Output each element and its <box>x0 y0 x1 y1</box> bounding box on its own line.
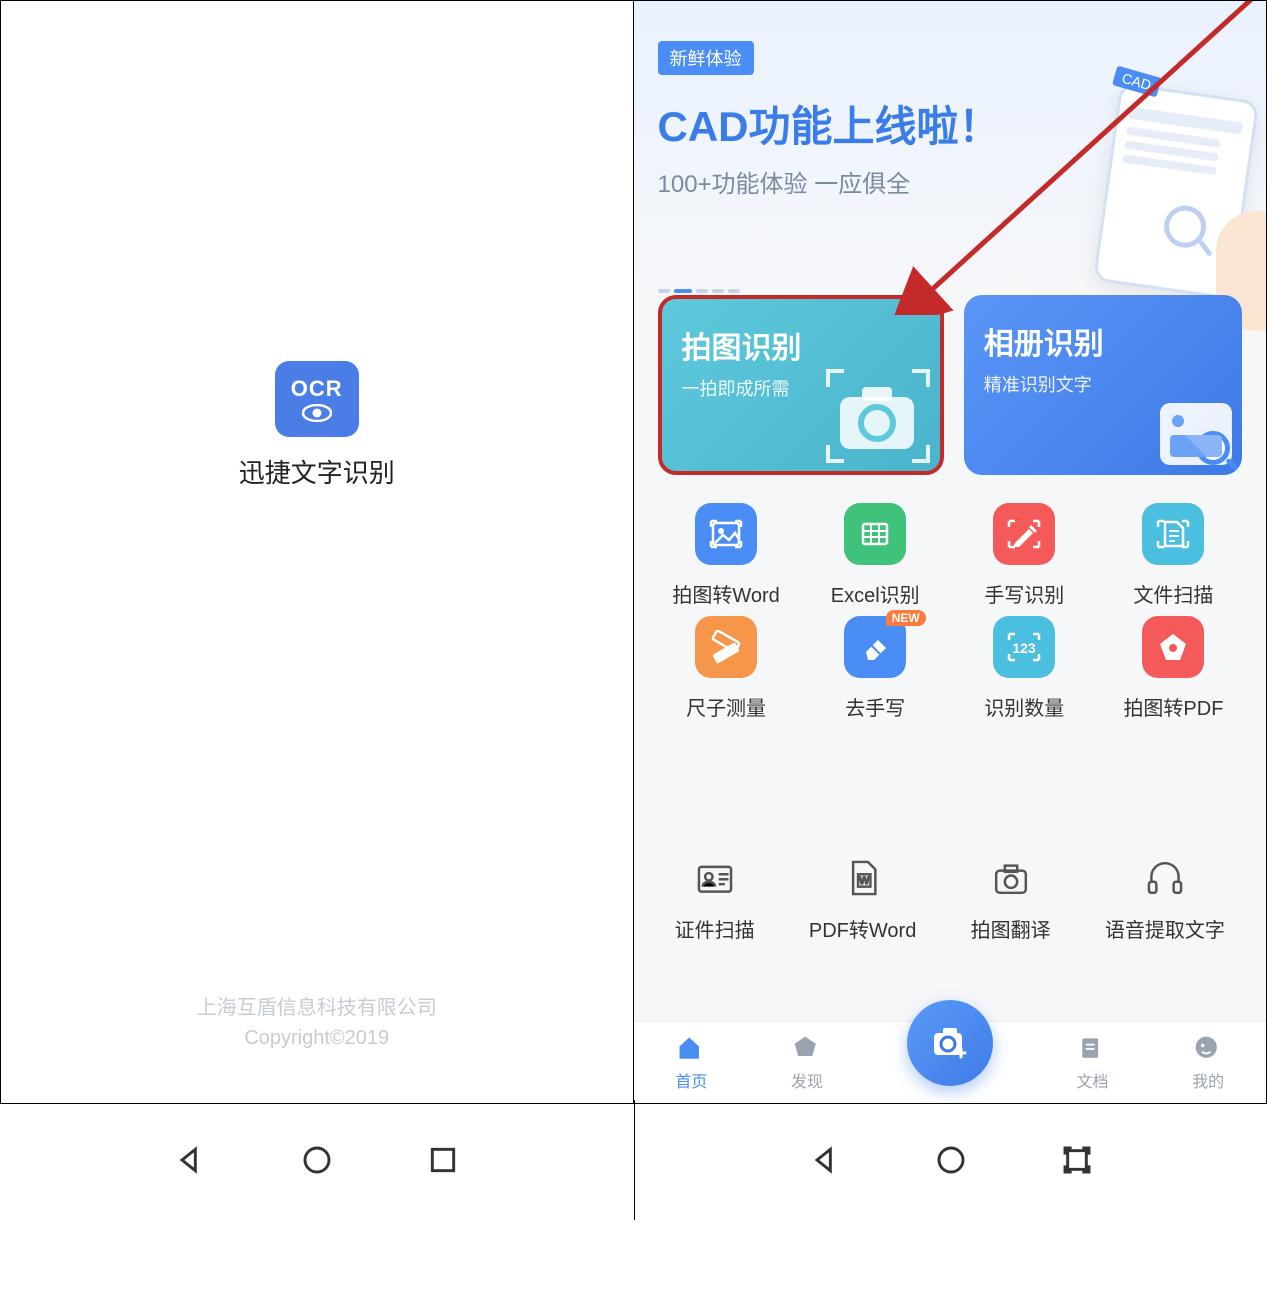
secondary-label: 语音提取文字 <box>1105 914 1225 943</box>
grid-label: 拍图转Word <box>672 579 779 608</box>
docs-icon <box>1077 1034 1107 1064</box>
nav-label: 文档 <box>1076 1068 1108 1092</box>
card-title: 相册识别 <box>984 319 1222 363</box>
company-name: 上海互盾信息科技有限公司 <box>1 993 633 1023</box>
card-subtitle: 精准识别文字 <box>984 371 1222 397</box>
copyright-text: Copyright©2019 <box>1 1023 633 1053</box>
grid-item-2[interactable]: 手写识别 <box>956 503 1093 608</box>
grid-item-6[interactable]: 123 识别数量 <box>956 616 1093 721</box>
grid-item-3[interactable]: 文件扫描 <box>1105 503 1242 608</box>
nav-label: 发现 <box>791 1068 823 1092</box>
app-logo-block: OCR 迅捷文字识别 <box>239 361 395 490</box>
image-icon <box>695 503 757 565</box>
grid-item-5[interactable]: NEW 去手写 <box>807 616 944 721</box>
search-icon <box>1196 431 1230 465</box>
feature-grid: 拍图转Word Excel识别 手写识别 文件扫描 尺子测量 NEW 去手写 1… <box>634 475 1267 721</box>
grid-label: 手写识别 <box>984 579 1064 608</box>
back-icon[interactable] <box>809 1144 841 1176</box>
eye-icon <box>302 404 332 422</box>
nav-me[interactable]: 我的 <box>1192 1034 1224 1092</box>
discover-icon <box>792 1034 822 1064</box>
nav-home[interactable]: 首页 <box>675 1034 707 1092</box>
doc-icon <box>1142 503 1204 565</box>
grid-label: Excel识别 <box>831 579 920 608</box>
nav-discover[interactable]: 发现 <box>791 1034 823 1092</box>
pen-icon <box>993 503 1055 565</box>
cad-tag: CAD <box>1112 66 1161 98</box>
grid-label: 拍图转PDF <box>1123 692 1223 721</box>
secondary-item-0[interactable]: 证件扫描 <box>675 857 755 943</box>
nav-label: 首页 <box>675 1068 707 1092</box>
secondary-label: 证件扫描 <box>675 914 755 943</box>
word-icon: W <box>842 857 884 904</box>
camera-plus-icon <box>928 1021 972 1065</box>
secondary-item-2[interactable]: 拍图翻译 <box>971 857 1051 943</box>
bottom-nav: 首页 发现 文档 我的 <box>634 1021 1267 1103</box>
pdf-icon <box>1142 616 1204 678</box>
android-nav-bars <box>0 1100 1267 1220</box>
card-title: 拍图识别 <box>682 323 920 367</box>
id-icon <box>694 857 736 904</box>
back-icon[interactable] <box>174 1144 206 1176</box>
grid-item-4[interactable]: 尺子测量 <box>658 616 795 721</box>
home-screen: 新鲜体验 CAD功能上线啦！ 100+功能体验 一应俱全 CAD 拍图识别 一拍… <box>634 1 1267 1103</box>
new-badge: NEW <box>886 610 926 626</box>
carousel-dots[interactable] <box>658 289 740 293</box>
123-icon: 123 <box>993 616 1055 678</box>
grid-label: 尺子测量 <box>686 692 766 721</box>
splash-footer: 上海互盾信息科技有限公司 Copyright©2019 <box>1 993 633 1053</box>
home-icon[interactable] <box>301 1144 333 1176</box>
hero-phone-illustration: CAD <box>1096 71 1266 291</box>
magnify-icon <box>1161 203 1208 250</box>
primary-cards: 拍图识别 一拍即成所需 相册识别 精准识别文字 <box>634 295 1267 475</box>
recents-icon[interactable] <box>1061 1144 1093 1176</box>
svg-text:123: 123 <box>1013 640 1037 656</box>
home-icon <box>676 1034 706 1064</box>
ruler-icon <box>695 616 757 678</box>
recents-icon[interactable] <box>427 1144 459 1176</box>
splash-screen: OCR 迅捷文字识别 上海互盾信息科技有限公司 Copyright©2019 <box>1 1 634 1103</box>
nav-docs[interactable]: 文档 <box>1076 1034 1108 1092</box>
camera-icon <box>990 857 1032 904</box>
camera-fab[interactable] <box>907 1000 993 1086</box>
album-icon <box>1160 403 1232 465</box>
hero-tag: 新鲜体验 <box>658 41 754 75</box>
dual-screenshot-frame: OCR 迅捷文字识别 上海互盾信息科技有限公司 Copyright©2019 新… <box>0 0 1267 1104</box>
secondary-label: 拍图翻译 <box>971 914 1051 943</box>
grid-item-1[interactable]: Excel识别 <box>807 503 944 608</box>
grid-item-7[interactable]: 拍图转PDF <box>1105 616 1242 721</box>
me-icon <box>1193 1034 1223 1064</box>
secondary-row: 证件扫描 W PDF转Word 拍图翻译 语音提取文字 <box>634 831 1267 953</box>
camera-icon <box>832 377 922 457</box>
home-icon[interactable] <box>935 1144 967 1176</box>
svg-text:W: W <box>859 875 870 887</box>
ocr-label: OCR <box>291 376 343 402</box>
grid-label: 去手写 <box>845 692 905 721</box>
secondary-item-3[interactable]: 语音提取文字 <box>1105 857 1225 943</box>
android-nav-right <box>634 1100 1267 1220</box>
camera-recognize-card[interactable]: 拍图识别 一拍即成所需 <box>658 295 944 475</box>
android-nav-left <box>0 1100 634 1220</box>
secondary-item-1[interactable]: W PDF转Word <box>809 857 916 943</box>
headphone-icon <box>1144 857 1186 904</box>
secondary-label: PDF转Word <box>809 914 916 943</box>
app-name: 迅捷文字识别 <box>239 453 395 490</box>
hero-banner[interactable]: 新鲜体验 CAD功能上线啦！ 100+功能体验 一应俱全 CAD <box>634 1 1267 301</box>
ocr-app-icon: OCR <box>275 361 359 437</box>
grid-label: 文件扫描 <box>1133 579 1213 608</box>
grid-icon <box>844 503 906 565</box>
grid-item-0[interactable]: 拍图转Word <box>658 503 795 608</box>
album-recognize-card[interactable]: 相册识别 精准识别文字 <box>964 295 1242 475</box>
grid-label: 识别数量 <box>984 692 1064 721</box>
nav-label: 我的 <box>1192 1068 1224 1092</box>
